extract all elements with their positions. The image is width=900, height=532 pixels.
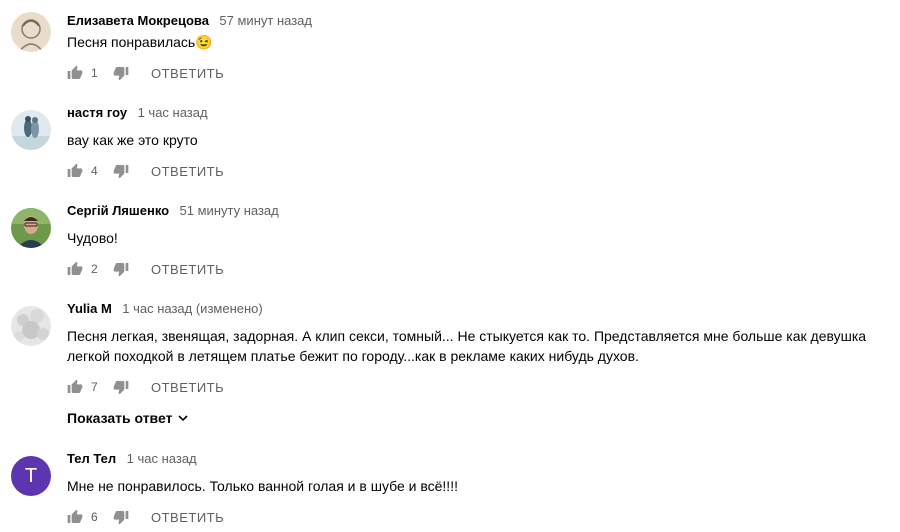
avatar-image [11,12,51,52]
comment-text: Песня легкая, звенящая, задорная. А клип… [67,328,867,364]
timestamp[interactable]: 1 час назад [138,105,208,120]
comment-text: Мне не понравилось. Только ванной голая … [67,478,458,494]
author-name[interactable]: Сергій Ляшенко [67,203,169,218]
like-count: 6 [91,510,98,524]
avatar[interactable] [11,12,51,52]
comment-header: Елизавета Мокрецова 57 минут назад [67,12,312,30]
timestamp[interactable]: 51 минуту назад [180,203,279,218]
comment-text: Песня понравилась😉 [67,34,213,50]
reply-button[interactable]: ОТВЕТИТЬ [151,164,224,179]
chevron-down-icon [178,415,189,422]
avatar-letter: T [24,464,38,487]
thumbs-down-icon[interactable] [113,65,129,81]
comment-header: Сергій Ляшенко 51 минуту назад [67,202,279,220]
author-name[interactable]: Yulia M [67,301,112,316]
thumbs-down-icon[interactable] [113,163,129,179]
thumbs-up-icon[interactable] [67,65,83,81]
timestamp[interactable]: 1 час назад [127,451,197,466]
avatar-image [11,110,51,150]
avatar[interactable] [11,208,51,248]
author-name[interactable]: Тел Тел [67,451,116,466]
comment-actions: 2 ОТВЕТИТЬ [67,261,224,277]
show-replies-button[interactable]: Показать ответ [67,410,189,426]
like-count: 4 [91,164,98,178]
comment-text: Чудово! [67,230,118,246]
thumbs-down-icon[interactable] [113,379,129,395]
like-count: 2 [91,262,98,276]
avatar[interactable] [11,306,51,346]
reply-button[interactable]: ОТВЕТИТЬ [151,66,224,81]
comment-header: Yulia M 1 час назад (изменено) [67,300,263,318]
author-name[interactable]: Елизавета Мокрецова [67,13,209,28]
avatar-image [11,208,51,248]
thumbs-down-icon[interactable] [113,509,129,525]
thumbs-up-icon[interactable] [67,379,83,395]
thumbs-up-icon[interactable] [67,163,83,179]
timestamp[interactable]: 57 минут назад [219,13,312,28]
thumbs-down-icon[interactable] [113,261,129,277]
like-count: 1 [91,66,98,80]
comment-header: Тел Тел 1 час назад [67,450,197,468]
comment-actions: 7 ОТВЕТИТЬ [67,379,224,395]
thumbs-up-icon[interactable] [67,261,83,277]
comment-actions: 1 ОТВЕТИТЬ [67,65,224,81]
comment-text: вау как же это круто [67,132,198,148]
reply-button[interactable]: ОТВЕТИТЬ [151,510,224,525]
thumbs-up-icon[interactable] [67,509,83,525]
comment-actions: 4 ОТВЕТИТЬ [67,163,224,179]
timestamp[interactable]: 1 час назад (изменено) [122,301,262,316]
author-name[interactable]: настя гоу [67,105,127,120]
comment-actions: 6 ОТВЕТИТЬ [67,509,224,525]
reply-button[interactable]: ОТВЕТИТЬ [151,262,224,277]
comment-header: настя гоу 1 час назад [67,104,208,122]
avatar-image [11,306,51,346]
avatar[interactable]: T [11,456,51,496]
show-replies-label: Показать ответ [67,410,173,426]
like-count: 7 [91,380,98,394]
avatar[interactable] [11,110,51,150]
reply-button[interactable]: ОТВЕТИТЬ [151,380,224,395]
